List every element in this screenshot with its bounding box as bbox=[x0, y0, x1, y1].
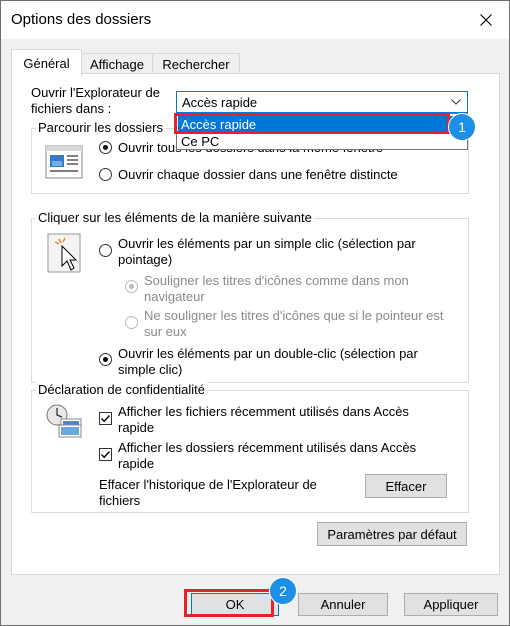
window-title: Options des dossiers bbox=[11, 11, 152, 28]
single-click-label-1: Ouvrir les éléments par un simple clic (… bbox=[118, 236, 416, 251]
recent-files-checkbox[interactable] bbox=[99, 412, 112, 425]
folder-window-icon bbox=[45, 145, 83, 179]
radio-underline-pointing[interactable] bbox=[125, 316, 138, 329]
radio-same-window[interactable] bbox=[99, 141, 112, 154]
recent-folders-checkbox[interactable] bbox=[99, 448, 112, 461]
radio-new-window[interactable] bbox=[99, 168, 112, 181]
underline-browser-label-1: Souligner les titres d'icônes comme dans… bbox=[144, 273, 409, 288]
apply-button-label: Appliquer bbox=[423, 597, 479, 612]
radio-single-click[interactable] bbox=[99, 244, 112, 257]
step-2-badge: 2 bbox=[269, 577, 297, 605]
tab-general[interactable]: Général bbox=[11, 49, 82, 76]
radio-double-click[interactable] bbox=[99, 353, 112, 366]
open-explorer-selected-value: Accès rapide bbox=[182, 95, 258, 110]
tab-display-label: Affichage bbox=[90, 57, 144, 72]
open-explorer-label-1: Ouvrir l'Explorateur de bbox=[31, 85, 160, 100]
open-explorer-select[interactable]: Accès rapide bbox=[176, 91, 468, 113]
single-click-label-2: pointage) bbox=[118, 252, 173, 267]
clear-history-button-label: Effacer bbox=[385, 478, 427, 494]
tab-general-label: Général bbox=[23, 55, 70, 71]
clear-history-label-2: fichiers bbox=[99, 493, 141, 508]
highlight-ok bbox=[184, 589, 274, 617]
click-items-title: Cliquer sur les éléments de la manière s… bbox=[36, 210, 314, 226]
privacy-title: Déclaration de confidentialité bbox=[36, 382, 207, 398]
step-1-badge: 1 bbox=[448, 113, 476, 141]
close-icon bbox=[480, 14, 492, 26]
open-explorer-label-2: fichiers dans : bbox=[31, 101, 112, 116]
recent-folders-label-2: rapide bbox=[118, 456, 155, 471]
tab-search-label: Rechercher bbox=[162, 57, 230, 72]
clear-history-button[interactable]: Effacer bbox=[365, 474, 447, 498]
radio-underline-browser[interactable] bbox=[125, 280, 138, 293]
close-button[interactable] bbox=[463, 1, 509, 39]
recent-history-icon bbox=[46, 404, 82, 438]
folder-options-dialog: Options des dossiers Général Affichage R… bbox=[0, 0, 510, 626]
restore-defaults-button[interactable]: Paramètres par défaut bbox=[317, 522, 467, 546]
double-click-label-1: Ouvrir les éléments par un double-clic (… bbox=[118, 346, 418, 361]
option-this-pc[interactable]: Ce PC bbox=[178, 133, 466, 150]
pointer-click-icon bbox=[47, 233, 81, 273]
new-window-label: Ouvrir chaque dossier dans une fenêtre d… bbox=[118, 167, 398, 182]
step-2-number: 2 bbox=[279, 583, 287, 599]
cancel-button-label: Annuler bbox=[320, 597, 366, 612]
chevron-down-icon bbox=[451, 99, 461, 105]
highlight-quick-access bbox=[174, 113, 450, 134]
apply-button[interactable]: Appliquer bbox=[404, 593, 498, 616]
underline-pointing-label-2: sur eux bbox=[144, 324, 187, 339]
clear-history-label-1: Effacer l'historique de l'Explorateur de bbox=[99, 477, 317, 492]
recent-folders-label-1: Afficher les dossiers récemment utilisés… bbox=[118, 440, 417, 455]
check-icon bbox=[101, 415, 111, 423]
underline-browser-label-2: navigateur bbox=[144, 289, 205, 304]
check-icon bbox=[101, 451, 111, 459]
cancel-button[interactable]: Annuler bbox=[298, 593, 388, 616]
step-1-number: 1 bbox=[458, 119, 466, 135]
double-click-label-2: simple clic) bbox=[118, 362, 183, 377]
browse-folders-title: Parcourir les dossiers bbox=[36, 120, 165, 136]
title-bar: Options des dossiers bbox=[1, 1, 509, 39]
underline-pointing-label-1: Ne souligner les titres d'icônes que si … bbox=[144, 308, 444, 323]
restore-defaults-button-label: Paramètres par défaut bbox=[327, 526, 457, 542]
tab-display[interactable]: Affichage bbox=[81, 53, 153, 75]
recent-files-label-1: Afficher les fichiers récemment utilisés… bbox=[118, 404, 409, 419]
tab-search[interactable]: Rechercher bbox=[152, 53, 240, 75]
recent-files-label-2: rapide bbox=[118, 420, 155, 435]
